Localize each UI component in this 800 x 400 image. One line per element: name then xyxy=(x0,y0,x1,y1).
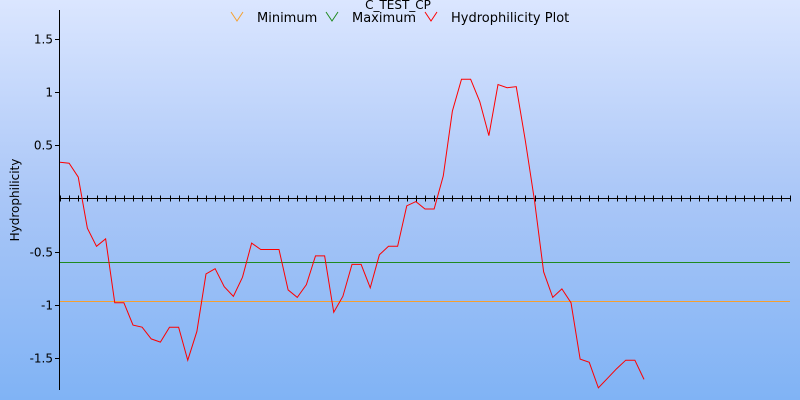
y-tick-label: -0.5 xyxy=(30,246,53,260)
y-tick-label: 0.5 xyxy=(34,139,53,153)
legend-label-hydrophilicity: Hydrophilicity Plot xyxy=(451,11,569,26)
y-tick-label: -1 xyxy=(41,299,53,313)
series-hydrophilicity-line xyxy=(59,78,645,389)
legend-icon-hydrophilicity xyxy=(424,11,438,22)
hydrophilicity-chart: C_TEST_CP Minimum Maximum Hydrophilicity… xyxy=(8,0,791,390)
y-axis: 1.5 1 0.5 -0.5 -1 -1.5 xyxy=(30,10,60,390)
y-tick-label: 1 xyxy=(45,86,53,100)
legend-icon-minimum xyxy=(230,11,244,22)
legend: Minimum Maximum Hydrophilicity Plot xyxy=(230,11,569,26)
legend-icon-maximum xyxy=(325,11,339,22)
y-axis-label: Hydrophilicity xyxy=(8,159,22,242)
series-layer xyxy=(59,78,790,389)
legend-label-maximum: Maximum xyxy=(352,11,416,26)
chart-window: C_TEST_CP Minimum Maximum Hydrophilicity… xyxy=(0,0,800,400)
y-tick-label: 1.5 xyxy=(34,33,53,47)
zero-axis xyxy=(60,195,791,202)
legend-label-minimum: Minimum xyxy=(257,11,317,26)
y-tick-label: -1.5 xyxy=(30,352,53,366)
